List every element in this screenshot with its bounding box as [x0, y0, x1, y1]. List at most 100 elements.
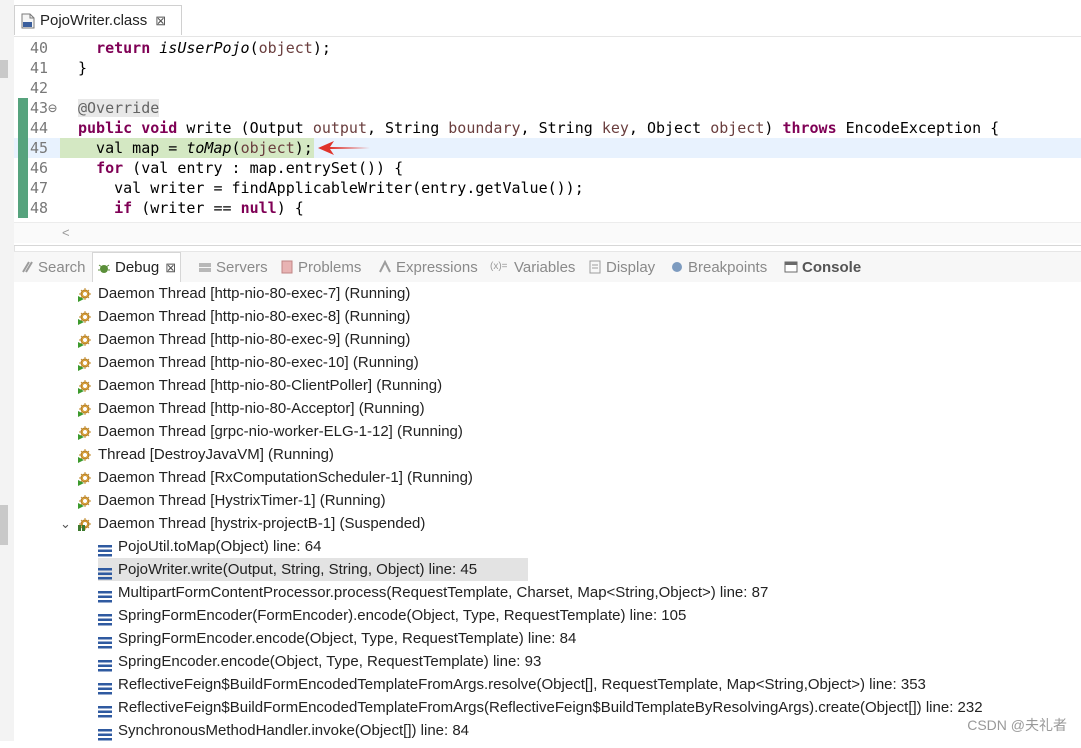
code-line[interactable]: 45 val map = toMap(object); — [14, 138, 1081, 158]
thread-icon — [78, 286, 93, 302]
tab-display[interactable]: Display — [588, 252, 655, 282]
console-icon — [784, 260, 798, 274]
tab-label: Search — [38, 258, 86, 276]
thread-label: Daemon Thread [RxComputationScheduler-1]… — [98, 469, 473, 486]
stack-frame-label: SpringFormEncoder(FormEncoder).encode(Ob… — [118, 607, 687, 624]
chevron-down-icon[interactable]: ⌄ — [60, 512, 71, 535]
thread-label: Daemon Thread [hystrix-projectB-1] (Susp… — [98, 515, 426, 532]
gutter-marker — [0, 505, 8, 545]
tab-label: Problems — [298, 258, 362, 276]
thread-label: Daemon Thread [http-nio-80-exec-9] (Runn… — [98, 331, 411, 348]
tab-expressions[interactable]: Expressions — [378, 252, 478, 282]
display-icon — [588, 260, 602, 274]
stack-frame-label: SpringFormEncoder.encode(Object, Type, R… — [118, 630, 577, 647]
code-text[interactable]: public void write (Output output, String… — [78, 118, 999, 138]
stack-frame-label: ReflectiveFeign$BuildFormEncodedTemplate… — [118, 699, 983, 716]
stack-frame-icon — [98, 633, 113, 649]
debug-tree[interactable]: Daemon Thread [http-nio-80-exec-7] (Runn… — [14, 282, 1081, 741]
stack-frame[interactable]: PojoWriter.write(Output, String, String,… — [98, 558, 528, 581]
line-number: 42 — [30, 79, 49, 97]
thread-icon — [78, 309, 93, 325]
code-editor[interactable]: PojoWriter.class ⊠ 40 return isUserPojo(… — [14, 0, 1081, 246]
code-line[interactable]: 48 if (writer == null) { — [14, 198, 1081, 218]
thread-label: Thread [DestroyJavaVM] (Running) — [98, 446, 334, 463]
code-line[interactable]: 47 val writer = findApplicableWriter(ent… — [14, 178, 1081, 198]
code-lines[interactable]: 40 return isUserPojo(object); 41} 42 43⊖ @Ov… — [14, 38, 1081, 222]
stack-frame-icon — [98, 587, 113, 603]
bug-icon — [97, 261, 111, 275]
stack-frame-label: PojoWriter.write(Output, String, String,… — [118, 561, 478, 578]
stack-frame-label: PojoUtil.toMap(Object) line: 64 — [118, 538, 322, 555]
code-line[interactable]: 44 public void write (Output output, Stri… — [14, 118, 1081, 138]
tab-breakpoints[interactable]: Breakpoints — [670, 252, 767, 282]
thread-icon — [78, 355, 93, 371]
coverage-marker — [18, 98, 28, 118]
code-text[interactable]: @Override — [78, 98, 160, 118]
tab-title: PojoWriter.class — [40, 12, 148, 29]
tab-label: Servers — [216, 258, 268, 276]
line-number: 43⊖ — [30, 99, 58, 117]
stack-frame-icon — [98, 725, 113, 741]
tab-console[interactable]: Console — [784, 252, 861, 282]
tab-servers[interactable]: Servers — [198, 252, 268, 282]
stack-frame-label: MultipartFormContentProcessor.process(Re… — [118, 584, 769, 601]
tab-search[interactable]: Search — [20, 252, 86, 282]
tab-label: Console — [802, 258, 862, 276]
tab-label: Breakpoints — [688, 258, 768, 276]
debug-views-tabbar: Search Debug ⊠ Servers Problems Expressi… — [14, 251, 1081, 283]
red-arrow-icon — [318, 141, 370, 155]
code-text[interactable]: return isUserPojo(object); — [78, 38, 331, 58]
code-line[interactable]: 41} — [14, 58, 1081, 78]
scroll-left-icon[interactable]: < — [62, 225, 70, 240]
tab-variables[interactable]: (x)= Variables — [490, 252, 575, 282]
thread-icon — [78, 332, 93, 348]
servers-icon — [198, 260, 212, 274]
close-icon[interactable]: ⊠ — [165, 260, 176, 276]
coverage-marker — [18, 178, 28, 198]
thread-label: Daemon Thread [http-nio-80-ClientPoller]… — [98, 377, 443, 394]
horizontal-scrollbar[interactable]: < — [14, 222, 1081, 243]
thread-label: Daemon Thread [http-nio-80-exec-7] (Runn… — [98, 285, 411, 302]
tab-label: Display — [606, 258, 656, 276]
code-line[interactable]: 46 for (val entry : map.entrySet()) { — [14, 158, 1081, 178]
breakpoint-icon — [670, 260, 684, 274]
code-text[interactable]: } — [78, 58, 87, 78]
coverage-marker — [18, 118, 28, 138]
line-number: 48 — [30, 199, 49, 217]
tab-label: Expressions — [396, 258, 478, 276]
line-number: 41 — [30, 59, 49, 77]
code-line[interactable]: 40 return isUserPojo(object); — [14, 38, 1081, 58]
thread-label: Daemon Thread [HystrixTimer-1] (Running) — [98, 492, 386, 509]
thread-icon — [78, 493, 93, 509]
stack-frame-label: SpringEncoder.encode(Object, Type, Reque… — [118, 653, 542, 670]
gutter-marker — [0, 60, 8, 78]
code-text[interactable]: val writer = findApplicableWriter(entry.… — [78, 178, 584, 198]
editor-tabbar: PojoWriter.class ⊠ — [14, 0, 1081, 37]
coverage-marker — [18, 138, 28, 158]
coverage-marker — [18, 158, 28, 178]
line-number: 47 — [30, 179, 49, 197]
thread-icon — [78, 516, 93, 531]
stack-frame-label: SynchronousMethodHandler.invoke(Object[]… — [118, 722, 470, 739]
line-number: 46 — [30, 159, 49, 177]
thread-label: Daemon Thread [http-nio-80-Acceptor] (Ru… — [98, 400, 425, 417]
code-line[interactable]: 43⊖ @Override — [14, 98, 1081, 118]
line-number: 40 — [30, 39, 49, 57]
stack-frame-label: ReflectiveFeign$BuildFormEncodedTemplate… — [118, 676, 926, 693]
thread-icon — [78, 470, 93, 486]
code-line[interactable]: 42 — [14, 78, 1081, 98]
coverage-marker — [18, 198, 28, 218]
line-number: 45 — [30, 139, 49, 157]
problems-icon — [280, 260, 294, 274]
code-text[interactable]: val map = toMap(object); — [78, 138, 313, 158]
code-text[interactable]: if (writer == null) { — [78, 198, 304, 218]
tab-problems[interactable]: Problems — [280, 252, 361, 282]
code-text[interactable]: for (val entry : map.entrySet()) { — [78, 158, 403, 178]
stack-frame-icon — [98, 656, 113, 672]
tab-debug[interactable]: Debug ⊠ — [92, 252, 182, 282]
tab-pojowriter-class[interactable]: PojoWriter.class ⊠ — [14, 5, 182, 35]
close-icon[interactable]: ⊠ — [155, 13, 166, 29]
thread-icon — [78, 424, 93, 440]
variables-icon: (x)= — [490, 261, 508, 272]
class-file-icon — [21, 13, 35, 29]
